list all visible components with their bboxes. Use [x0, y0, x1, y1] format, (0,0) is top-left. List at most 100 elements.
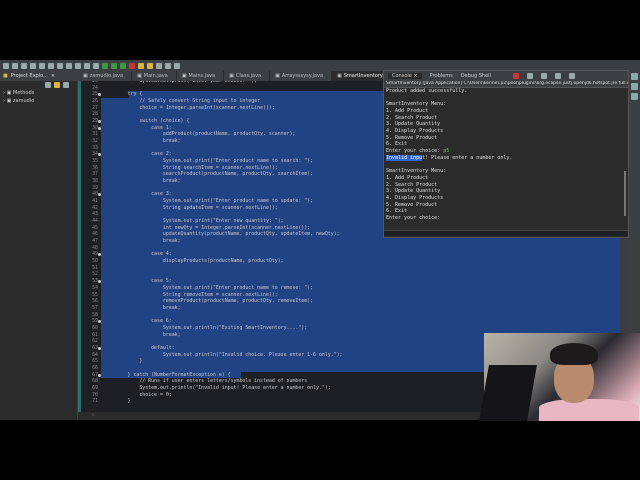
terminate-icon[interactable] [512, 73, 519, 79]
code-line[interactable]: 60 System.out.println("Exiting SmartInve… [81, 324, 620, 332]
console-line: 4. Display Products [386, 128, 444, 135]
code-text: System.out.print("Enter product name to … [101, 284, 620, 292]
scroll-lock-icon[interactable] [554, 73, 561, 79]
code-line[interactable]: 59 case 6: [81, 318, 620, 325]
problems-view-icon[interactable] [631, 83, 638, 90]
console-line: 1. Add Product [386, 174, 429, 181]
line-number: 26 [81, 98, 101, 105]
console-line: Enter your choice: [386, 215, 441, 222]
coverage-icon[interactable] [120, 62, 126, 69]
collapse-all-icon[interactable] [45, 82, 51, 88]
line-number: 57 [81, 304, 101, 312]
line-number: 56 [81, 298, 101, 305]
console-error-line: Invalid input! Please enter a number onl… [386, 154, 513, 161]
forward-icon[interactable] [174, 62, 180, 69]
suspend-icon[interactable] [57, 62, 63, 69]
project-explorer-tab[interactable]: ■ Project Explo... × [0, 71, 77, 81]
tab-console[interactable]: Console × [388, 73, 422, 79]
code-text: System.out.println("Exiting SmartInvento… [101, 324, 620, 332]
console-tabs: Console × Problems Debug Shell [384, 71, 628, 81]
terminate-icon[interactable] [66, 62, 72, 69]
step-return-icon[interactable] [93, 62, 99, 69]
debug-shell-icon[interactable] [631, 93, 638, 100]
step-over-icon[interactable] [84, 62, 90, 69]
console-view-icon[interactable] [631, 73, 638, 80]
code-line[interactable]: 56 removeProduct(productName, productQty… [81, 298, 620, 305]
editor-tab[interactable]: ▣ Main.java [132, 71, 177, 81]
code-text: break; [101, 304, 620, 312]
line-number: 32 [81, 138, 101, 145]
code-line[interactable]: 49 case 4: [81, 251, 620, 259]
redo-icon[interactable] [39, 62, 45, 69]
code-line[interactable]: 54 System.out.print("Enter product name … [81, 284, 620, 292]
editor-tab[interactable]: ▣ Arraysssysy.java [270, 71, 333, 81]
open-type-icon[interactable] [147, 62, 153, 69]
line-number: 24 [81, 84, 101, 92]
line-number: 42 [81, 204, 101, 212]
line-number: 62 [81, 338, 101, 345]
external-tools-icon[interactable] [129, 62, 135, 69]
editor-tab[interactable]: ▣ zamudio.java [78, 71, 133, 81]
line-number: 64 [81, 351, 101, 359]
code-line[interactable]: 58 [81, 311, 620, 319]
open-folder-icon[interactable] [138, 62, 144, 69]
console-line: 3. Update Quantity [386, 188, 441, 195]
code-text: removeProduct(productName, productQty, r… [101, 298, 620, 305]
run-icon[interactable] [111, 62, 117, 69]
code-line[interactable]: 55 String removeItem = scanner.nextLine(… [81, 291, 620, 299]
close-icon[interactable]: × [51, 73, 55, 79]
console-line: 1. Add Product [386, 108, 429, 115]
fold-marker-icon[interactable] [98, 126, 101, 130]
code-line[interactable]: 50 displayProducts(productName, productQ… [81, 258, 620, 265]
new-icon[interactable] [3, 62, 9, 69]
console-line: 3. Update Quantity [386, 121, 441, 128]
editor-tab[interactable]: ▣ Class.java [224, 71, 271, 81]
tree-item-zamudio[interactable]: › ▣ zamudio [0, 97, 77, 105]
console-vertical-scrollbar[interactable] [624, 171, 626, 216]
tab-debug-shell[interactable]: Debug Shell [461, 73, 491, 79]
undo-icon[interactable] [30, 62, 36, 69]
microphone [479, 365, 537, 421]
step-into-icon[interactable] [75, 62, 81, 69]
save-icon[interactable] [12, 62, 18, 69]
fold-marker-icon[interactable] [98, 346, 101, 350]
code-line[interactable]: 57 break; [81, 304, 620, 312]
console-horizontal-scrollbar[interactable] [384, 230, 628, 236]
clear-console-icon[interactable] [540, 73, 547, 79]
editor-tab[interactable]: ▣ Mains.java [177, 71, 225, 81]
line-number: 48 [81, 244, 101, 252]
fold-marker-icon[interactable] [98, 373, 101, 377]
pin-console-icon[interactable] [568, 73, 575, 79]
remove-launch-icon[interactable] [526, 73, 533, 79]
line-number: 38 [81, 178, 101, 185]
code-line[interactable]: 51 [81, 264, 620, 272]
filter-icon[interactable] [63, 82, 69, 88]
java-file-icon: ▣ [337, 73, 342, 79]
person-hair [550, 343, 598, 365]
line-number: 58 [81, 311, 101, 319]
code-line[interactable]: 48 [81, 244, 620, 252]
search-icon[interactable] [156, 62, 162, 69]
resume-icon[interactable] [48, 62, 54, 69]
java-file-icon: ▣ [83, 73, 88, 79]
save-all-icon[interactable] [21, 62, 27, 69]
console-output[interactable]: Product added successfully. SmartInventor… [384, 88, 628, 230]
selected-text: Invalid inpu [386, 154, 423, 161]
console-line: 2. Search Product [386, 181, 438, 188]
code-line[interactable]: 47 break; [81, 238, 620, 245]
debug-icon[interactable] [102, 62, 108, 69]
code-text [101, 311, 620, 319]
console-line: 5. Remove Product [386, 201, 438, 208]
line-number: 43 [81, 211, 101, 219]
code-line[interactable]: 53 case 5: [81, 278, 620, 285]
line-number: 68 [81, 378, 101, 385]
tree-item-methods[interactable]: › ▣ Methods [0, 89, 77, 97]
back-icon[interactable] [165, 62, 171, 69]
code-line[interactable]: 52 [81, 271, 620, 279]
link-editor-icon[interactable] [54, 82, 60, 88]
console-line: SmartInventory Menu: [386, 101, 447, 108]
line-number: 45 [81, 224, 101, 232]
line-number: 41 [81, 198, 101, 205]
tab-problems[interactable]: Problems [430, 73, 453, 79]
